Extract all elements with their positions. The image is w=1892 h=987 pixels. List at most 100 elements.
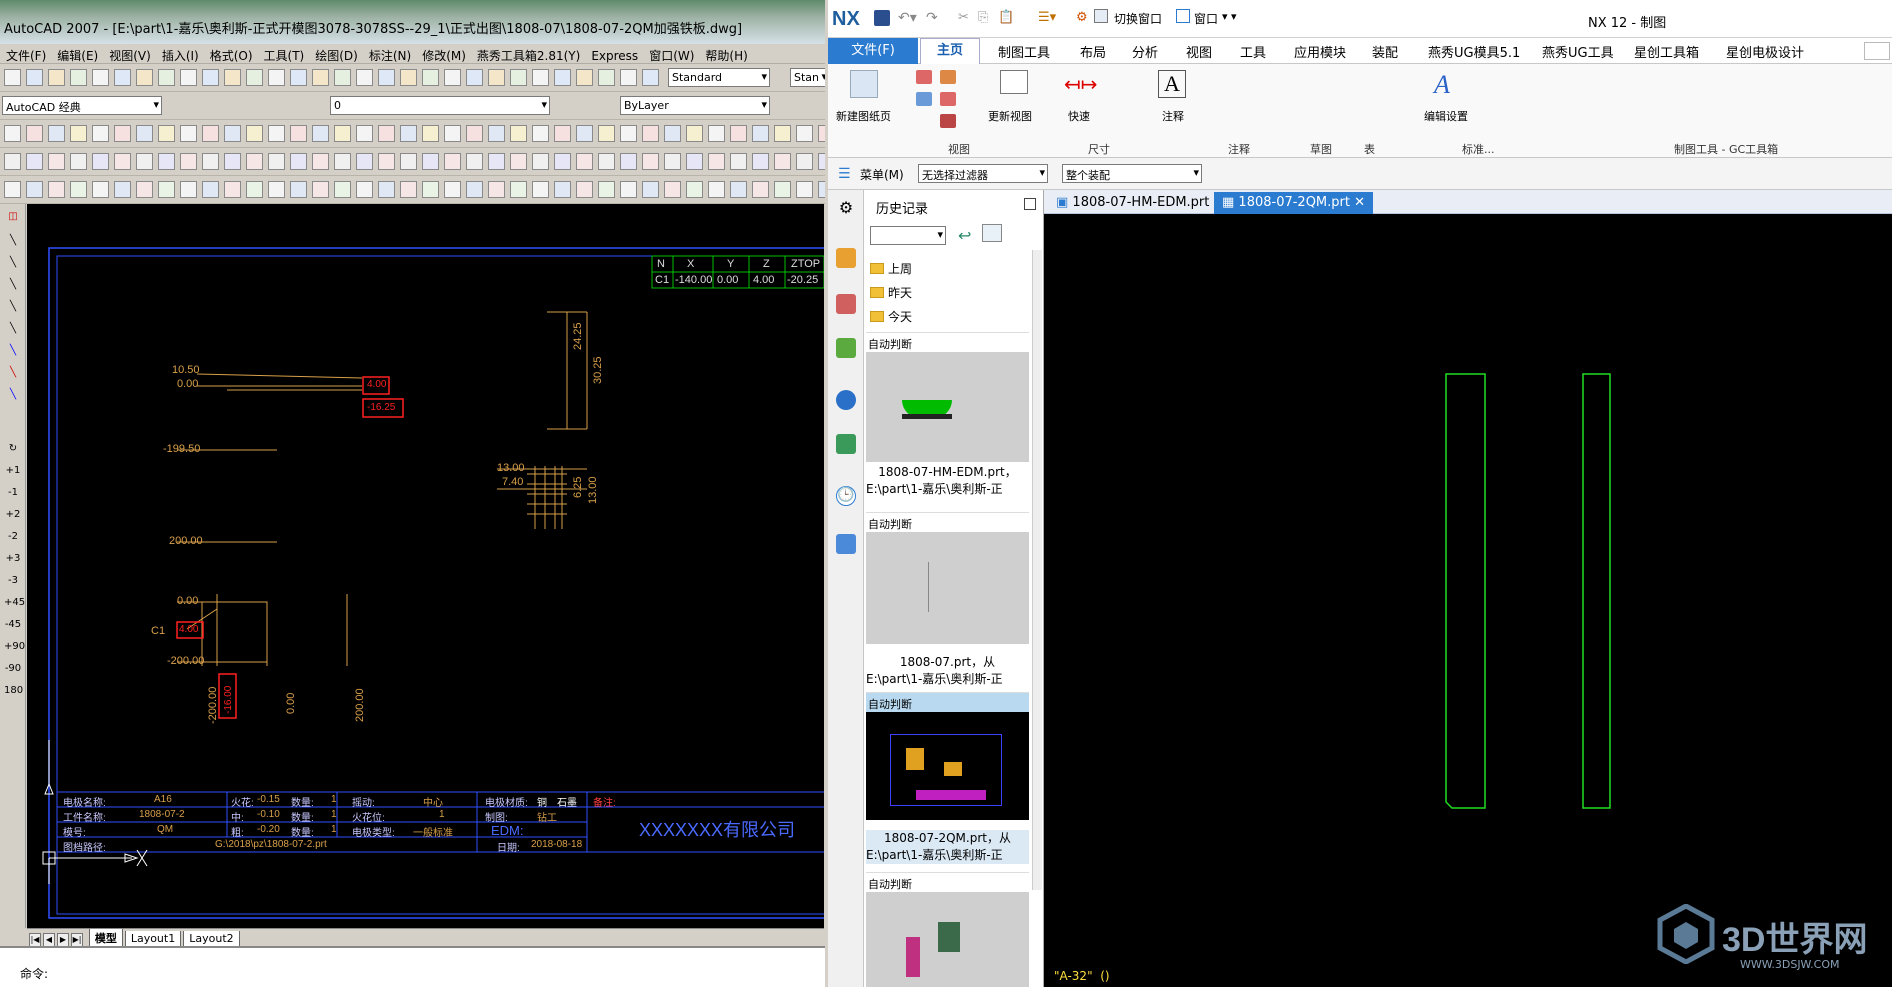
toolbar-button-icon[interactable] bbox=[48, 69, 65, 86]
toolbar-button-icon[interactable] bbox=[4, 181, 21, 198]
tab-view[interactable]: 视图 bbox=[1186, 42, 1212, 61]
quick-dimension-icon[interactable]: ↤↦ bbox=[1064, 72, 1098, 96]
toolbar-button-icon[interactable] bbox=[554, 69, 571, 86]
toolbar-button-icon[interactable] bbox=[532, 153, 549, 170]
toolbar-button-icon[interactable] bbox=[312, 153, 329, 170]
next-tab-icon[interactable]: ▶ bbox=[57, 933, 69, 947]
toolbar-button-icon[interactable] bbox=[26, 181, 43, 198]
toolbar-button-icon[interactable] bbox=[400, 125, 417, 142]
autocad-drawing-area[interactable]: N X Y Z ZTOP C1 -140.00 0.00 4.00 -20.25… bbox=[27, 204, 824, 928]
toolbar-button-icon[interactable] bbox=[774, 181, 791, 198]
reuse-library-icon[interactable] bbox=[836, 338, 856, 358]
menu-format[interactable]: 格式(O) bbox=[204, 44, 258, 64]
toolbar-button-icon[interactable] bbox=[422, 153, 439, 170]
history-thumbnail[interactable] bbox=[866, 352, 1029, 462]
toolbar-button-icon[interactable] bbox=[224, 69, 241, 86]
menu-file[interactable]: 文件(F) bbox=[0, 44, 51, 64]
toolbar-button-icon[interactable] bbox=[70, 69, 87, 86]
palette-icon[interactable] bbox=[836, 434, 856, 454]
toolbar-button-icon[interactable] bbox=[26, 69, 43, 86]
toolbar-button-icon[interactable] bbox=[334, 69, 351, 86]
rotate-minus3[interactable]: -3 bbox=[4, 572, 22, 590]
prev-tab-icon[interactable]: ◀ bbox=[43, 933, 55, 947]
toolbar-button-icon[interactable] bbox=[246, 181, 263, 198]
toolbar-button-icon[interactable] bbox=[664, 181, 681, 198]
update-view-button[interactable]: 更新视图 bbox=[988, 108, 1032, 124]
dim-tool-icon[interactable]: ╲ bbox=[4, 342, 22, 360]
toolbar-button-icon[interactable] bbox=[334, 181, 351, 198]
toolbar-button-icon[interactable] bbox=[48, 125, 65, 142]
toolbar-button-icon[interactable] bbox=[70, 125, 87, 142]
copy-icon[interactable]: ⎘ bbox=[978, 10, 988, 25]
rotate-minus45[interactable]: -45 bbox=[4, 616, 22, 634]
rotate-180[interactable]: 180 bbox=[4, 682, 23, 700]
toolbar-button-icon[interactable] bbox=[642, 181, 659, 198]
toolbar-button-icon[interactable] bbox=[422, 125, 439, 142]
refresh-icon[interactable]: ↩ bbox=[958, 226, 971, 245]
tab-yanxiu-mold[interactable]: 燕秀UG模具5.1 bbox=[1428, 42, 1520, 61]
redo-icon[interactable]: ↷ bbox=[926, 10, 938, 26]
toolbar-button-icon[interactable] bbox=[532, 125, 549, 142]
tab-yanxiu-tools[interactable]: 燕秀UG工具 bbox=[1542, 42, 1614, 61]
toolbar-button-icon[interactable] bbox=[180, 125, 197, 142]
note-button[interactable]: 注释 bbox=[1162, 108, 1184, 124]
toolbar-button-icon[interactable] bbox=[774, 125, 791, 142]
toolbar-button-icon[interactable] bbox=[598, 69, 615, 86]
folder-today[interactable]: 今天 bbox=[870, 308, 912, 325]
folder-last-week[interactable]: 上周 bbox=[870, 260, 912, 277]
toolbar-button-icon[interactable] bbox=[4, 153, 21, 170]
window-icon[interactable] bbox=[1176, 9, 1190, 23]
search-command-input[interactable] bbox=[1864, 42, 1890, 60]
toolbar-button-icon[interactable] bbox=[4, 125, 21, 142]
toolbar-button-icon[interactable] bbox=[312, 69, 329, 86]
tab-xingchuang-electrode[interactable]: 星创电极设计 bbox=[1726, 42, 1804, 61]
toolbar-button-icon[interactable] bbox=[818, 153, 825, 170]
toolbar-button-icon[interactable] bbox=[532, 181, 549, 198]
menu-icon[interactable]: ☰ bbox=[838, 166, 851, 182]
note-icon[interactable]: A bbox=[1158, 70, 1186, 98]
toolbar-button-icon[interactable] bbox=[796, 153, 813, 170]
toolbar-button-icon[interactable] bbox=[730, 181, 747, 198]
tab-home[interactable]: 主页 bbox=[920, 38, 980, 64]
toolbar-button-icon[interactable] bbox=[290, 153, 307, 170]
toolbar-button-icon[interactable] bbox=[70, 153, 87, 170]
toolbar-button-icon[interactable] bbox=[620, 125, 637, 142]
menu-tools[interactable]: 工具(T) bbox=[258, 44, 310, 64]
toolbar-button-icon[interactable] bbox=[620, 181, 637, 198]
toolbar-button-icon[interactable] bbox=[620, 153, 637, 170]
toolbar-button-icon[interactable] bbox=[752, 153, 769, 170]
toolbar-button-icon[interactable] bbox=[466, 153, 483, 170]
toolbar-button-icon[interactable] bbox=[334, 125, 351, 142]
toolbar-button-icon[interactable] bbox=[400, 181, 417, 198]
dim-tool-icon[interactable]: ╲ bbox=[4, 298, 22, 316]
toolbar-button-icon[interactable] bbox=[312, 125, 329, 142]
settings-icon[interactable]: ⚙ bbox=[836, 198, 856, 218]
toolbar-button-icon[interactable] bbox=[202, 69, 219, 86]
history-icon[interactable]: 🕒 bbox=[836, 486, 856, 506]
text-style-select[interactable]: Standard bbox=[668, 68, 770, 87]
toolbar-button-icon[interactable] bbox=[290, 69, 307, 86]
toolbar-button-icon[interactable] bbox=[466, 181, 483, 198]
toolbar-button-icon[interactable] bbox=[378, 181, 395, 198]
toolbar-button-icon[interactable] bbox=[224, 181, 241, 198]
dim-tool-icon[interactable]: ╲ bbox=[4, 276, 22, 294]
toolbar-button-icon[interactable] bbox=[114, 125, 131, 142]
assembly-navigator-icon[interactable] bbox=[836, 248, 856, 268]
history-thumbnail[interactable] bbox=[866, 892, 1029, 987]
tab-layout2[interactable]: Layout2 bbox=[183, 931, 240, 947]
history-item-line1[interactable]: 1808-07-2QM.prt，从 bbox=[866, 830, 1029, 847]
file-tab[interactable]: 文件(F) bbox=[828, 38, 918, 64]
toolbar-button-icon[interactable] bbox=[488, 181, 505, 198]
toolbar-button-icon[interactable] bbox=[444, 153, 461, 170]
toolbar-button-icon[interactable] bbox=[510, 181, 527, 198]
toolbar-button-icon[interactable] bbox=[620, 69, 637, 86]
rotate-plus1[interactable]: +1 bbox=[4, 462, 22, 480]
toolbar-button-icon[interactable] bbox=[576, 69, 593, 86]
menu-draw[interactable]: 绘图(D) bbox=[309, 44, 363, 64]
toolbar-button-icon[interactable] bbox=[312, 181, 329, 198]
toolbar-button-icon[interactable] bbox=[444, 69, 461, 86]
toolbar-button-icon[interactable] bbox=[532, 69, 549, 86]
toolbar-button-icon[interactable] bbox=[268, 69, 285, 86]
menu-insert[interactable]: 插入(I) bbox=[156, 44, 204, 64]
touch-mode-icon[interactable]: ☰▾ bbox=[1038, 10, 1056, 25]
